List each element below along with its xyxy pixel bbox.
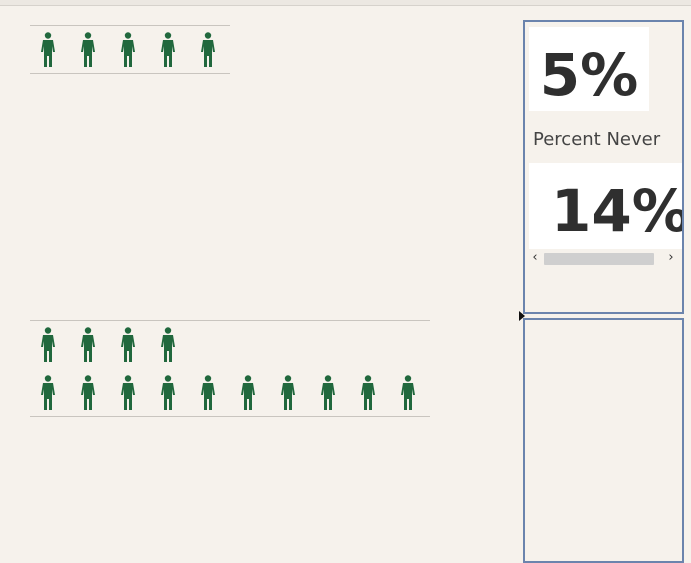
empty-panel: [523, 318, 684, 563]
person-icon: [78, 32, 98, 68]
icon-row: [30, 375, 430, 415]
person-icon: [158, 32, 178, 68]
icon-group-top: [30, 25, 230, 74]
icon-group-bottom: [30, 320, 430, 417]
person-icon: [118, 327, 138, 363]
person-icon: [38, 32, 58, 68]
person-icon: [198, 32, 218, 68]
scroll-left-icon[interactable]: ‹: [529, 250, 541, 265]
person-icon: [118, 32, 138, 68]
kpi-top-value: 5%: [529, 27, 649, 111]
icon-row: [30, 327, 430, 367]
scroll-right-icon[interactable]: ›: [665, 250, 677, 265]
person-icon: [78, 375, 98, 411]
person-icon: [78, 327, 98, 363]
kpi-label: Percent Never: [533, 129, 661, 150]
scrollbar-thumb[interactable]: [544, 253, 654, 265]
person-icon: [398, 375, 418, 411]
person-icon: [118, 375, 138, 411]
kpi-panel: 5% Percent Never 14% ‹ ›: [523, 20, 684, 314]
person-icon: [38, 375, 58, 411]
person-icon: [38, 327, 58, 363]
person-icon: [158, 327, 178, 363]
person-icon: [158, 375, 178, 411]
kpi-bottom-value: 14%: [529, 163, 682, 249]
person-icon: [198, 375, 218, 411]
horizontal-scrollbar[interactable]: ‹ ›: [529, 250, 681, 266]
icon-row: [30, 32, 230, 72]
person-icon: [278, 375, 298, 411]
person-icon: [358, 375, 378, 411]
person-icon: [238, 375, 258, 411]
person-icon: [318, 375, 338, 411]
top-toolbar-strip: [0, 0, 691, 6]
